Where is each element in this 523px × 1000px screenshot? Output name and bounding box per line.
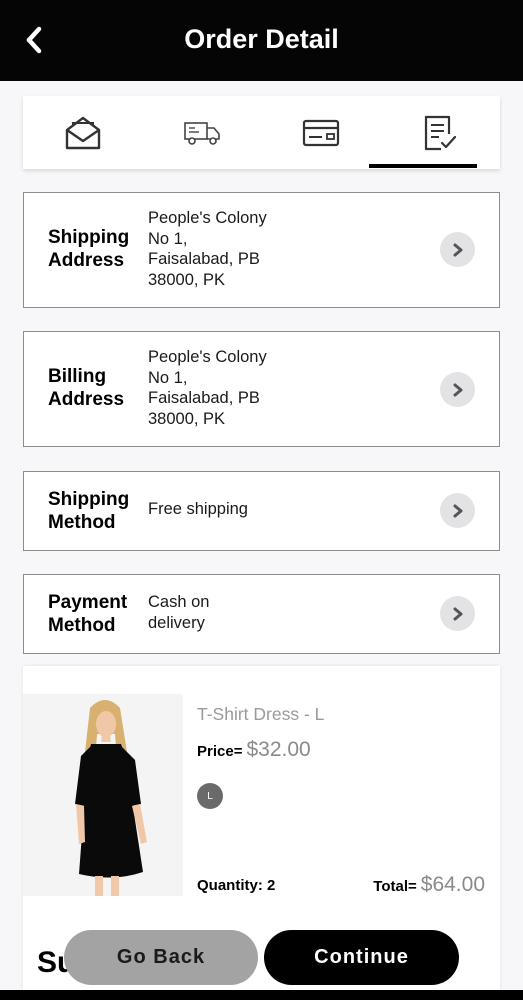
tab-shipping[interactable] [142,96,261,169]
billing-address-edit-button[interactable] [440,372,475,407]
checkout-steps-tabs [23,96,500,169]
tab-payment[interactable] [262,96,381,169]
shipping-address-value: People's Colony No 1, Faisalabad, PB 380… [148,209,267,289]
price-value: $32.00 [246,738,311,761]
dress-model-illustration [23,694,183,896]
go-back-button[interactable]: Go Back [64,930,258,985]
billing-address-card[interactable]: Billing Address People's Colony No 1, Fa… [23,331,500,447]
delivery-truck-icon [184,121,220,145]
credit-card-icon [303,119,340,146]
payment-method-edit-button[interactable] [440,596,475,631]
chevron-right-icon [453,243,462,256]
shipping-method-value: Free shipping [148,500,248,518]
continue-button[interactable]: Continue [264,930,459,985]
payment-method-value: Cash on delivery [148,593,210,632]
checklist-icon [425,115,457,150]
chevron-right-icon [453,607,462,620]
payment-method-card[interactable]: Payment Method Cash on delivery [23,574,500,654]
size-badge: L [197,783,223,809]
product-name: T-Shirt Dress - L [197,704,325,724]
tab-address[interactable] [23,96,142,169]
shipping-address-card[interactable]: Shipping Address People's Colony No 1, F… [23,192,500,308]
chevron-right-icon [453,504,462,517]
shipping-address-edit-button[interactable] [440,232,475,267]
shipping-address-label: Shipping Address [48,227,130,271]
shipping-method-label: Shipping Method [48,489,130,533]
quantity-label: Quantity: 2 [197,877,276,894]
app-header: Order Detail [0,0,523,81]
billing-address-value: People's Colony No 1, Faisalabad, PB 380… [148,348,267,428]
page-title: Order Detail [184,24,339,54]
total-value: $64.00 [420,873,485,896]
chevron-right-icon [453,383,462,396]
product-price-row: Price= $32.00 [197,738,311,762]
active-tab-indicator [369,164,477,168]
shipping-method-edit-button[interactable] [440,493,475,528]
total-label: Total= [373,878,417,895]
total-row: Total= $64.00 [373,873,485,897]
tab-review[interactable] [381,96,500,169]
billing-address-label: Billing Address [48,366,125,410]
system-navigation-bar [0,990,523,1000]
price-label: Price= [197,743,243,760]
product-image[interactable] [23,694,183,896]
envelope-open-icon [65,116,100,149]
payment-method-label: Payment Method [48,592,128,636]
shipping-method-card[interactable]: Shipping Method Free shipping [23,471,500,551]
